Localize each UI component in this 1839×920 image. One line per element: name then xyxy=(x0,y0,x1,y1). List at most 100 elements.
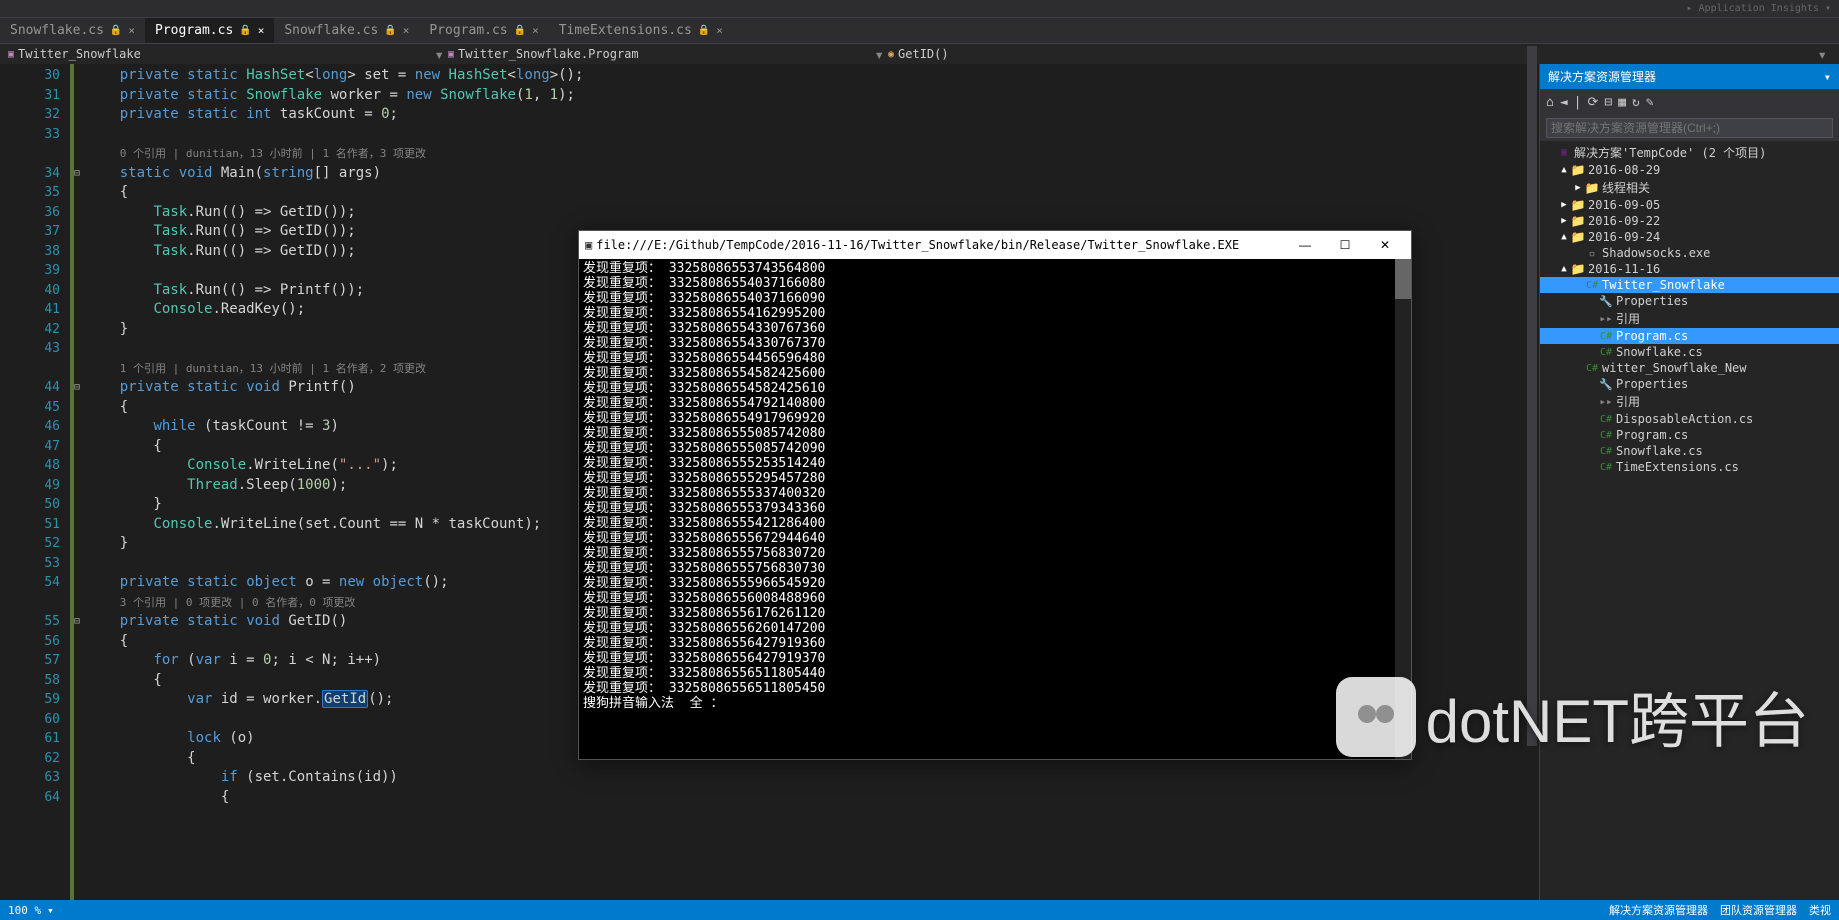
folder-icon: 📁 xyxy=(1570,198,1586,212)
close-icon[interactable]: × xyxy=(128,24,135,37)
console-titlebar[interactable]: ▣ file:///E:/Github/TempCode/2016-11-16/… xyxy=(579,231,1411,259)
cs-icon: C# xyxy=(1598,446,1614,457)
top-toolbar: ▸ Application Insights ▾ xyxy=(0,0,1839,18)
breadcrumb-left[interactable]: ▣ Twitter_Snowflake ▾ xyxy=(8,45,448,64)
tree-label: Shadowsocks.exe xyxy=(1602,246,1710,260)
tree-node[interactable]: ▶📁2016-09-05 xyxy=(1540,197,1839,213)
folder-icon: 📁 xyxy=(1570,163,1586,177)
refresh-icon[interactable]: ↻ xyxy=(1632,95,1640,110)
zoom-level[interactable]: 100 % xyxy=(8,904,41,917)
home-icon[interactable]: ⌂ xyxy=(1546,95,1554,110)
tree-label: 2016-09-22 xyxy=(1588,214,1660,228)
solution-search xyxy=(1540,115,1839,141)
tree-label: Snowflake.cs xyxy=(1616,345,1703,359)
console-output[interactable]: 发现重复项： 33258086553743564800 发现重复项： 33258… xyxy=(579,259,1411,759)
tree-label: 引用 xyxy=(1616,393,1640,410)
vertical-scrollbar[interactable] xyxy=(1527,46,1537,746)
tree-label: Twitter_Snowflake xyxy=(1602,278,1725,292)
chevron-down-icon[interactable]: ▾ xyxy=(430,45,448,64)
tree-label: Properties xyxy=(1616,377,1688,391)
tree-label: Program.cs xyxy=(1616,329,1688,343)
folder-icon: 📁 xyxy=(1570,230,1586,244)
document-tab[interactable]: Program.cs🔒× xyxy=(419,18,548,43)
solution-search-input[interactable] xyxy=(1546,118,1833,138)
console-scroll-thumb[interactable] xyxy=(1395,259,1411,299)
tree-label: DisposableAction.cs xyxy=(1616,412,1753,426)
lock-icon: 🔒 xyxy=(239,25,251,36)
zoom-dropdown-icon[interactable]: ▾ xyxy=(47,904,54,917)
tree-node[interactable]: C#TimeExtensions.cs xyxy=(1540,459,1839,475)
ref-icon: ▸▸ xyxy=(1598,395,1614,408)
tree-node[interactable]: ▣解决方案'TempCode' (2 个项目) xyxy=(1540,143,1839,162)
close-icon[interactable]: × xyxy=(716,24,723,37)
tree-label: 引用 xyxy=(1616,310,1640,327)
breadcrumb-mid[interactable]: ▣ Twitter_Snowflake.Program ▾ xyxy=(448,45,888,64)
app-insights-hint[interactable]: ▸ Application Insights ▾ xyxy=(1687,3,1832,14)
properties-icon[interactable]: ✎ xyxy=(1646,95,1654,110)
file-icon: ▫ xyxy=(1584,247,1600,260)
expander-icon[interactable]: ▶ xyxy=(1558,216,1570,226)
close-icon[interactable]: × xyxy=(403,24,410,37)
tree-node[interactable]: ▲📁2016-11-16 xyxy=(1540,261,1839,277)
status-tab-class[interactable]: 类视 xyxy=(1809,902,1831,918)
tree-node[interactable]: C#witter_Snowflake_New xyxy=(1540,360,1839,376)
tree-node[interactable]: 🔧Properties xyxy=(1540,293,1839,309)
document-tab[interactable]: Program.cs 🔒 × xyxy=(145,18,274,43)
tree-node[interactable]: 🔧Properties xyxy=(1540,376,1839,392)
close-button[interactable]: ✕ xyxy=(1365,238,1405,252)
sln-icon: ▣ xyxy=(1556,147,1572,158)
tree-node[interactable]: ▸▸引用 xyxy=(1540,392,1839,411)
expander-icon[interactable]: ▲ xyxy=(1558,165,1570,175)
tree-node[interactable]: ▶📁2016-09-22 xyxy=(1540,213,1839,229)
tree-label: 线程相关 xyxy=(1602,179,1650,196)
expander-icon[interactable]: ▲ xyxy=(1558,264,1570,274)
wechat-icon xyxy=(1336,677,1416,757)
tree-node[interactable]: C#DisposableAction.cs xyxy=(1540,411,1839,427)
solution-explorer-title: 解决方案资源管理器 ▾ xyxy=(1540,64,1839,89)
show-all-icon[interactable]: ▦ xyxy=(1618,95,1626,110)
chevron-down-icon[interactable]: ▾ xyxy=(870,45,888,64)
tree-node[interactable]: C#Twitter_Snowflake xyxy=(1540,277,1839,293)
sync-icon[interactable]: ⟳ xyxy=(1587,95,1598,110)
proj-icon: C# xyxy=(1584,280,1600,291)
tree-node[interactable]: C#Snowflake.cs xyxy=(1540,344,1839,360)
cs-icon: C# xyxy=(1598,462,1614,473)
solution-toolbar: ⌂ ◄ | ⟳ ⊟ ▦ ↻ ✎ xyxy=(1540,89,1839,115)
tree-node[interactable]: ▶📁线程相关 xyxy=(1540,178,1839,197)
tree-node[interactable]: ▸▸引用 xyxy=(1540,309,1839,328)
collapse-icon[interactable]: ⊟ xyxy=(1604,95,1612,110)
expander-icon[interactable]: ▲ xyxy=(1558,232,1570,242)
lock-icon: 🔒 xyxy=(110,25,122,36)
status-bar: 100 % ▾ 解决方案资源管理器 团队资源管理器 类视 xyxy=(0,900,1839,920)
tree-label: 2016-09-05 xyxy=(1588,198,1660,212)
tree-node[interactable]: ▫Shadowsocks.exe xyxy=(1540,245,1839,261)
expander-icon[interactable]: ▶ xyxy=(1572,183,1584,193)
back-icon[interactable]: ◄ xyxy=(1560,95,1568,110)
tree-node[interactable]: ▲📁2016-08-29 xyxy=(1540,162,1839,178)
tree-node[interactable]: C#Program.cs xyxy=(1540,328,1839,344)
panel-menu-icon[interactable]: ▾ xyxy=(1824,70,1831,84)
minimize-button[interactable]: — xyxy=(1285,238,1325,252)
status-tab-solution[interactable]: 解决方案资源管理器 xyxy=(1609,902,1708,918)
cs-icon: C# xyxy=(1598,414,1614,425)
document-tab[interactable]: Snowflake.cs🔒× xyxy=(0,18,145,43)
breadcrumb-right[interactable]: ◉ GetID() ▾ xyxy=(888,45,1831,64)
solution-tree[interactable]: ▣解决方案'TempCode' (2 个项目)▲📁2016-08-29▶📁线程相… xyxy=(1540,141,1839,920)
tree-node[interactable]: C#Program.cs xyxy=(1540,427,1839,443)
close-icon[interactable]: × xyxy=(532,24,539,37)
tree-label: witter_Snowflake_New xyxy=(1602,361,1747,375)
document-tab[interactable]: Snowflake.cs🔒× xyxy=(274,18,419,43)
tree-node[interactable]: C#Snowflake.cs xyxy=(1540,443,1839,459)
tab-label: Program.cs xyxy=(155,23,233,38)
fold-column[interactable]: ⊟⊟⊟ xyxy=(74,64,86,920)
close-icon[interactable]: × xyxy=(258,24,265,37)
tree-node[interactable]: ▲📁2016-09-24 xyxy=(1540,229,1839,245)
maximize-button[interactable]: ☐ xyxy=(1325,238,1365,252)
expander-icon[interactable]: ▶ xyxy=(1558,200,1570,210)
lock-icon: 🔒 xyxy=(514,25,526,36)
lock-icon: 🔒 xyxy=(698,25,710,36)
status-tab-team[interactable]: 团队资源管理器 xyxy=(1720,902,1797,918)
chevron-down-icon[interactable]: ▾ xyxy=(1813,45,1831,64)
console-window: ▣ file:///E:/Github/TempCode/2016-11-16/… xyxy=(578,230,1412,760)
document-tab[interactable]: TimeExtensions.cs🔒× xyxy=(549,18,733,43)
